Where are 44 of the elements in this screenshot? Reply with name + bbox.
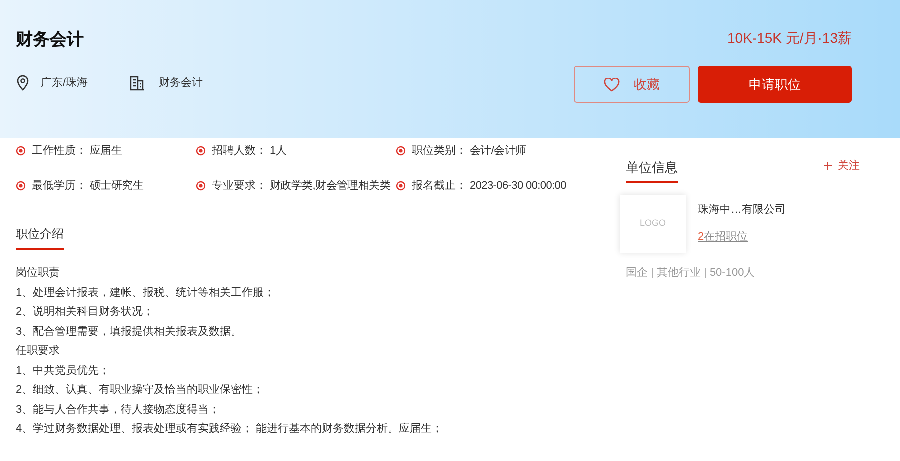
location-text: 广东/珠海 <box>41 76 88 90</box>
info-label: 职位类别： <box>412 144 467 159</box>
info-value: 财政学类,财会管理相关类 <box>270 178 390 194</box>
heart-icon <box>604 78 620 92</box>
follow-button[interactable]: 关注 <box>824 158 860 174</box>
company-meta: 国企 | 其他行业 | 50-100人 <box>626 266 756 280</box>
info-label: 工作性质： <box>32 144 87 159</box>
location-pin-icon <box>16 74 30 91</box>
description-line: 1、中共党员优先； <box>16 364 112 378</box>
info-value: 硕士研究生 <box>90 178 144 194</box>
description-line: 2、说明相关科目财务状况； <box>16 304 156 320</box>
favorite-button[interactable]: 收藏 <box>574 66 690 103</box>
company-tab[interactable]: 单位信息 <box>626 158 678 182</box>
section-heading: 职位介绍 <box>16 227 64 241</box>
bullet-icon <box>396 180 406 191</box>
description-line: 4、学过财务数据处理、报表处理或有实践经验； 能进行基本的财务数据分析。应届生； <box>16 422 444 437</box>
info-value: 会计/会计师 <box>470 144 526 159</box>
bullet-icon <box>16 146 26 156</box>
apply-button[interactable]: 申请职位 <box>698 66 852 103</box>
bullet-icon <box>396 146 406 156</box>
category-text: 财务会计 <box>159 76 204 90</box>
info-label: 报名截止： <box>412 178 467 194</box>
description-line: 岗位职责 <box>16 266 61 281</box>
bullet-icon <box>16 180 26 191</box>
info-value: 2023-06-30 00:00:00 <box>470 178 566 194</box>
company-name: 珠海中…有限公司 <box>698 203 786 218</box>
description-line: 2、细致、认真、有职业操守及恰当的职业保密性； <box>16 382 266 398</box>
plus-icon <box>824 162 832 170</box>
salary-text: 10K-15K 元/月·13薪 <box>728 29 852 48</box>
info-value: 1人 <box>270 144 287 159</box>
bullet-icon <box>196 146 206 156</box>
info-label: 最低学历： <box>32 178 87 194</box>
description-line: 3、能与人合作共事，待人接物态度得当； <box>16 402 222 418</box>
description-line: 1、处理会计报表，建帐、报税、统计等相关工作服； <box>16 286 276 300</box>
description-line: 任职要求 <box>16 344 61 359</box>
info-value: 应届生 <box>90 144 122 159</box>
info-label: 招聘人数： <box>212 144 267 159</box>
description-line: 3、配合管理需要，填报提供相关报表及数据。 <box>16 324 244 340</box>
open-positions-text: 2在招职位 <box>698 230 750 244</box>
info-label: 专业要求： <box>212 178 267 194</box>
bullet-icon <box>196 180 206 191</box>
company-logo: LOGO <box>620 194 686 252</box>
job-title: 财务会计 <box>16 29 85 51</box>
building-icon <box>129 74 146 91</box>
